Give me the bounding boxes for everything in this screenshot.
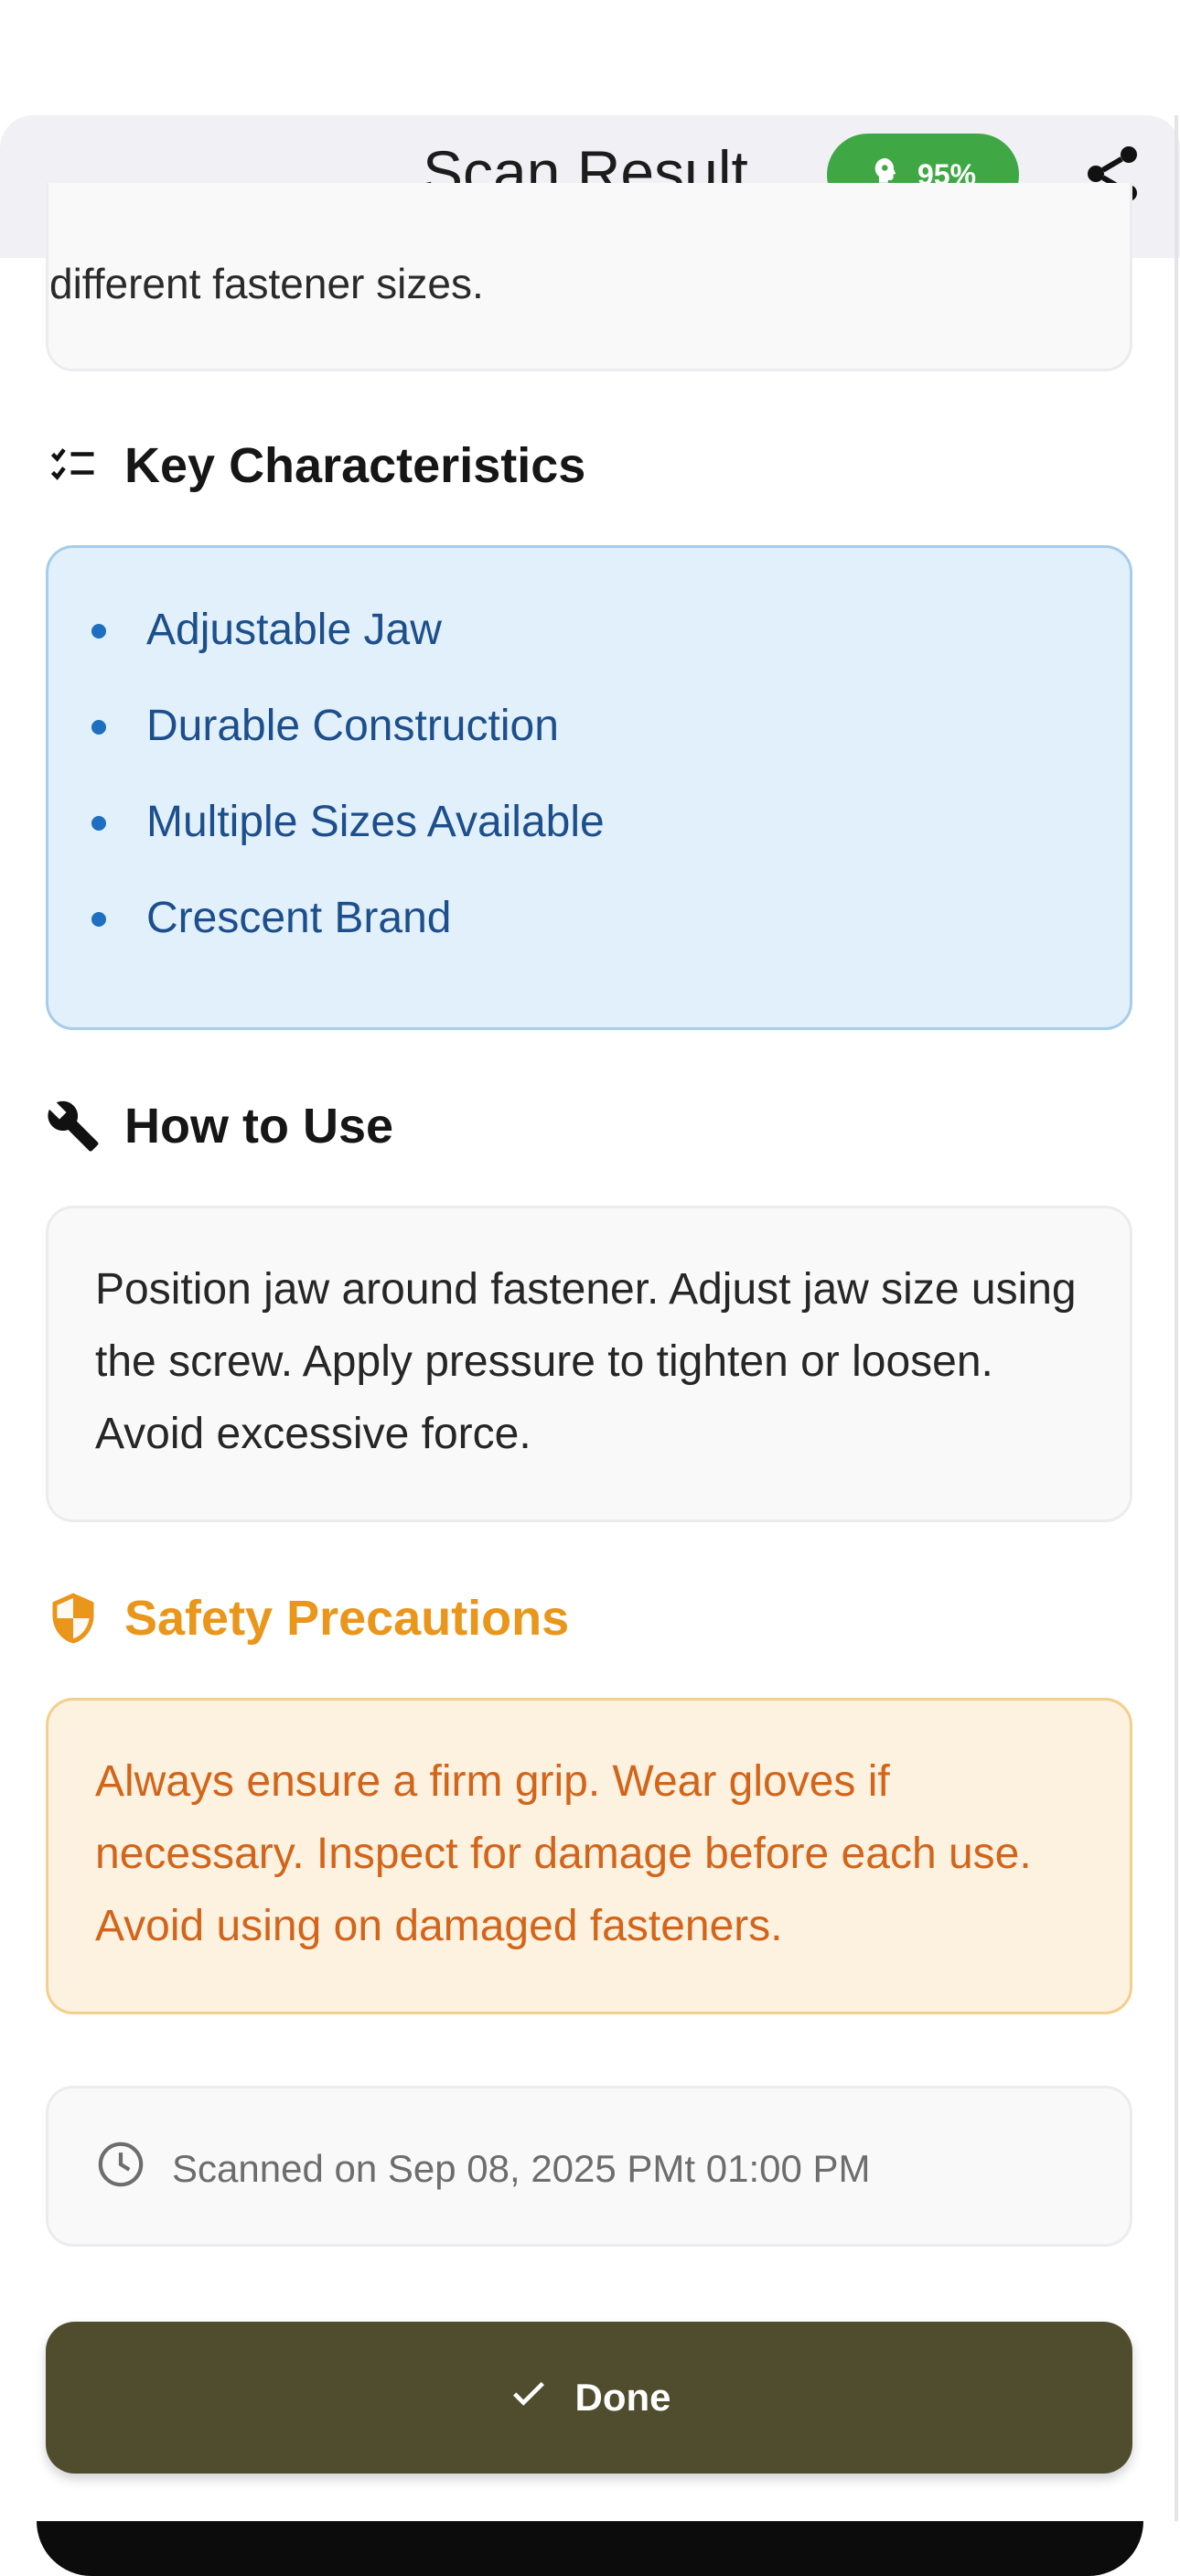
done-label: Done — [574, 2376, 671, 2419]
how-to-use-heading: How to Use — [46, 1098, 393, 1154]
safety-text: Always ensure a firm grip. Wear gloves i… — [95, 1757, 1032, 1950]
wrench-icon — [46, 1099, 101, 1154]
key-characteristics-heading: Key Characteristics — [46, 437, 585, 494]
list-item: Multiple Sizes Available — [91, 790, 605, 886]
check-icon — [508, 2372, 550, 2423]
scroll-edge — [1175, 115, 1178, 2521]
list-item: Durable Construction — [91, 694, 605, 790]
home-indicator-bar — [37, 2521, 1143, 2576]
safety-heading: Safety Precautions — [46, 1590, 569, 1647]
checklist-icon — [46, 438, 101, 493]
how-to-use-title: How to Use — [124, 1099, 394, 1154]
clock-icon — [95, 2139, 146, 2199]
key-characteristics-title: Key Characteristics — [124, 438, 586, 493]
done-button[interactable]: Done — [46, 2322, 1132, 2474]
list-item: Crescent Brand — [91, 886, 605, 982]
shield-icon — [46, 1591, 101, 1646]
scan-timestamp: Scanned on Sep 08, 2025 PMt 01:00 PM — [172, 2147, 871, 2190]
safety-title: Safety Precautions — [124, 1591, 570, 1646]
scan-info-row: Scanned on Sep 08, 2025 PMt 01:00 PM — [95, 2139, 871, 2199]
how-to-use-text: Position jaw around fastener. Adjust jaw… — [95, 1265, 1077, 1458]
description-text: different fastener sizes. — [49, 260, 484, 307]
key-characteristics-list: Adjustable Jaw Durable Construction Mult… — [91, 598, 605, 982]
list-item: Adjustable Jaw — [91, 598, 605, 694]
